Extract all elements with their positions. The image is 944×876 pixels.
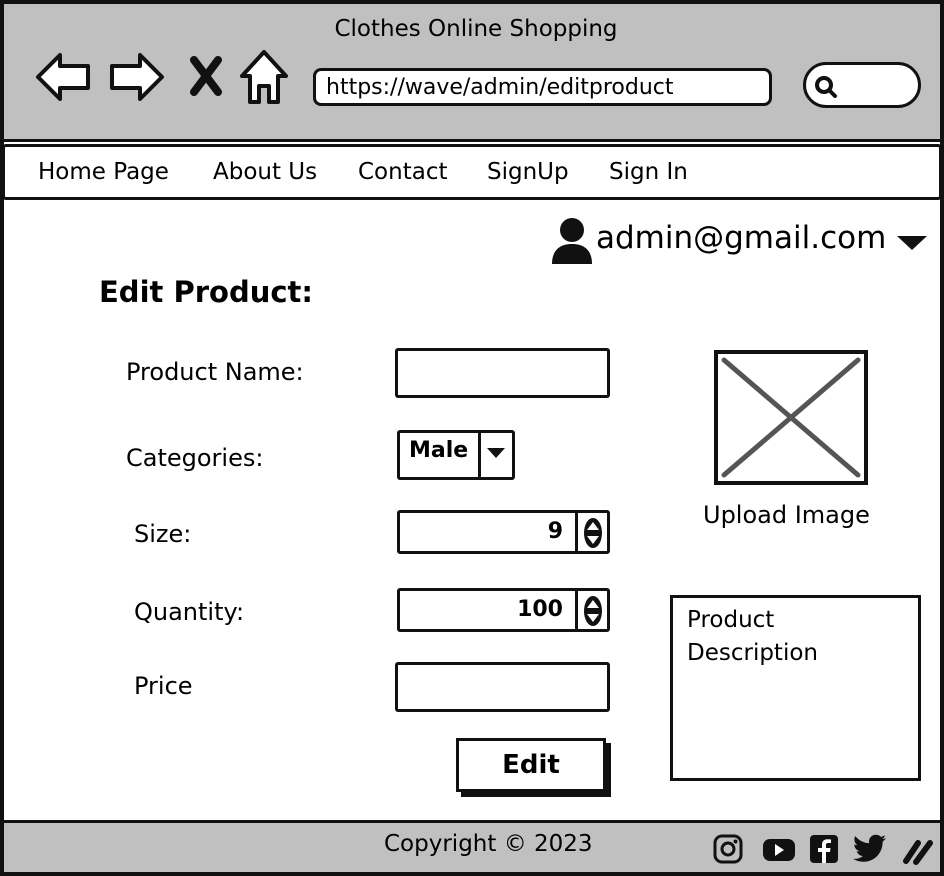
user-email: admin@gmail.com [596, 220, 887, 256]
image-placeholder-icon [721, 357, 861, 478]
facebook-icon[interactable] [808, 833, 840, 869]
categories-select[interactable]: Male [397, 430, 515, 480]
page-title: Edit Product: [99, 275, 314, 309]
product-name-label: Product Name: [126, 358, 304, 386]
quantity-stepper-buttons[interactable] [575, 591, 607, 629]
nav-home-page[interactable]: Home Page [38, 159, 169, 185]
home-icon[interactable] [238, 48, 290, 110]
categories-selected-value: Male [409, 438, 469, 463]
categories-label: Categories: [126, 444, 264, 472]
browser-toolbar: Clothes Online Shopping https://wave/adm… [0, 0, 944, 142]
youtube-icon[interactable] [762, 833, 796, 869]
price-field[interactable] [395, 662, 610, 712]
window-title: Clothes Online Shopping [334, 16, 618, 42]
nav-signup[interactable]: SignUp [487, 159, 569, 185]
copyright-text: Copyright © 2023 [384, 831, 593, 857]
edit-pen-icon[interactable] [902, 835, 936, 869]
size-stepper[interactable]: 9 [397, 510, 610, 554]
search-input[interactable] [803, 62, 921, 108]
url-bar[interactable]: https://wave/admin/editproduct [313, 68, 772, 106]
dropdown-button[interactable] [478, 433, 512, 477]
nav-contact[interactable]: Contact [358, 159, 447, 185]
back-arrow-icon[interactable] [34, 50, 92, 108]
upload-image-label[interactable]: Upload Image [703, 501, 870, 529]
forward-arrow-icon[interactable] [108, 50, 166, 108]
image-placeholder[interactable] [714, 350, 868, 485]
close-x-icon[interactable] [188, 56, 224, 100]
size-value: 9 [547, 519, 563, 544]
twitter-icon[interactable] [852, 833, 888, 869]
price-label: Price [134, 672, 193, 700]
user-icon [552, 218, 592, 264]
up-down-arrows-icon [584, 518, 602, 548]
nav-about-us[interactable]: About Us [213, 159, 317, 185]
up-down-arrows-icon [584, 596, 602, 626]
quantity-label: Quantity: [134, 598, 245, 626]
quantity-stepper[interactable]: 100 [397, 588, 610, 632]
instagram-icon[interactable] [712, 833, 744, 869]
product-description-field[interactable]: Product Description [670, 595, 921, 781]
edit-button[interactable]: Edit [456, 738, 606, 792]
size-label: Size: [134, 520, 192, 548]
search-icon [815, 76, 837, 98]
nav-menu: Home Page About Us Contact SignUp Sign I… [2, 144, 942, 200]
nav-sign-in[interactable]: Sign In [609, 159, 688, 185]
quantity-value: 100 [517, 597, 563, 622]
chevron-down-icon [487, 448, 505, 458]
product-name-field[interactable] [395, 348, 610, 398]
footer: Copyright © 2023 [0, 820, 944, 876]
size-stepper-buttons[interactable] [575, 513, 607, 551]
chevron-down-icon[interactable] [897, 236, 927, 250]
